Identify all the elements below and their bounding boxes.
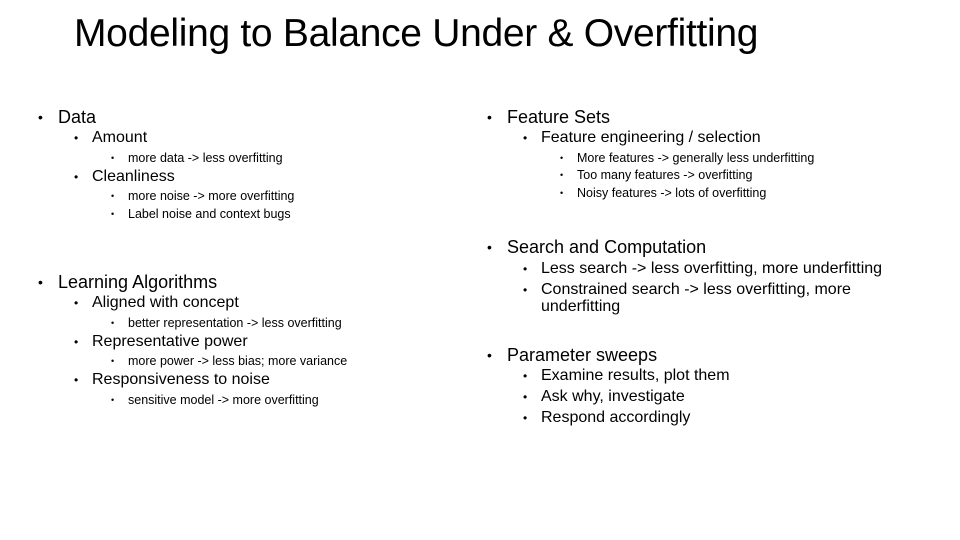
bullet-icon: • (523, 283, 528, 297)
bullet-text: Responsiveness to noise (92, 371, 270, 388)
bullet-search-computation: • Search and Computation (487, 237, 706, 257)
bullet-cleanliness-item: • more noise -> more overfitting (111, 189, 294, 203)
bullet-icon: • (560, 188, 564, 198)
bullet-text: Ask why, investigate (541, 388, 685, 405)
bullet-icon: • (74, 373, 79, 387)
bullet-icon: • (523, 131, 528, 145)
bullet-amount: • Amount (74, 129, 147, 147)
bullet-sweep-item: • Ask why, investigate (523, 388, 685, 406)
bullet-noise: • Responsiveness to noise (74, 371, 270, 389)
bullet-search-item: • Less search -> less overfitting, more … (523, 260, 882, 278)
bullet-icon: • (111, 191, 115, 201)
bullet-icon: • (487, 109, 492, 125)
bullet-text: Noisy features -> lots of overfitting (577, 186, 767, 200)
bullet-text: Feature engineering / selection (541, 129, 761, 146)
bullet-icon: • (523, 390, 528, 404)
bullet-icon: • (111, 209, 115, 219)
bullet-text: Learning Algorithms (58, 272, 218, 292)
bullet-icon: • (74, 170, 79, 184)
bullet-text: Constrained search -> less overfitting, … (541, 281, 851, 298)
bullet-feature-item: • Too many features -> overfitting (560, 168, 752, 182)
bullet-icon: • (111, 395, 115, 405)
bullet-text: Parameter sweeps (507, 345, 658, 365)
bullet-cleanliness: • Cleanliness (74, 168, 175, 186)
bullet-icon: • (74, 296, 79, 310)
bullet-text: Data (58, 107, 97, 127)
bullet-text: Search and Computation (507, 237, 707, 257)
bullet-text: sensitive model -> more overfitting (128, 393, 319, 407)
bullet-icon: • (523, 369, 528, 383)
bullet-sweep-item: • Examine results, plot them (523, 367, 730, 385)
bullet-sweep-item: • Respond accordingly (523, 409, 690, 427)
bullet-icon: • (74, 335, 79, 349)
bullet-text: Cleanliness (92, 168, 175, 185)
bullet-text: Examine results, plot them (541, 367, 730, 384)
bullet-learning-algorithms: • Learning Algorithms (38, 272, 217, 292)
bullet-feature-item: • Noisy features -> lots of overfitting (560, 186, 766, 200)
bullet-parameter-sweeps: • Parameter sweeps (487, 345, 657, 365)
bullet-text: Respond accordingly (541, 409, 691, 426)
bullet-icon: • (38, 109, 43, 125)
bullet-icon: • (111, 318, 115, 328)
bullet-noise-item: • sensitive model -> more overfitting (111, 393, 319, 407)
bullet-feature-engineering: • Feature engineering / selection (523, 129, 761, 147)
bullet-icon: • (487, 347, 492, 363)
bullet-text: More features -> generally less underfit… (577, 151, 815, 165)
bullet-icon: • (487, 239, 492, 255)
bullet-icon: • (560, 170, 564, 180)
bullet-icon: • (111, 356, 115, 366)
bullet-icon: • (38, 274, 43, 290)
bullet-data: • Data (38, 107, 96, 127)
bullet-text: Label noise and context bugs (128, 207, 291, 221)
bullet-text: more noise -> more overfitting (128, 189, 295, 203)
bullet-text: Too many features -> overfitting (577, 168, 753, 182)
bullet-icon: • (111, 153, 115, 163)
bullet-icon: • (74, 131, 79, 145)
bullet-text: Less search -> less overfitting, more un… (541, 260, 883, 277)
bullet-amount-item: • more data -> less overfitting (111, 151, 283, 165)
bullet-text-continued: underfitting (541, 298, 621, 315)
bullet-icon: • (560, 153, 564, 163)
bullet-text: Aligned with concept (92, 294, 239, 311)
bullet-aligned: • Aligned with concept (74, 294, 239, 312)
bullet-aligned-item: • better representation -> less overfitt… (111, 316, 342, 330)
bullet-feature-item: • More features -> generally less underf… (560, 151, 814, 165)
bullet-text: more data -> less overfitting (128, 151, 283, 165)
bullet-search-item: • Constrained search -> less overfitting… (523, 281, 851, 315)
bullet-cleanliness-item: • Label noise and context bugs (111, 207, 291, 221)
bullet-text: more power -> less bias; more variance (128, 354, 348, 368)
slide-title: Modeling to Balance Under & Overfitting (74, 12, 759, 55)
bullet-icon: • (523, 411, 528, 425)
bullet-text: Feature Sets (507, 107, 611, 127)
bullet-text: Amount (92, 129, 148, 146)
bullet-text: better representation -> less overfittin… (128, 316, 342, 330)
bullet-power: • Representative power (74, 333, 248, 351)
bullet-text: Representative power (92, 333, 248, 350)
bullet-feature-sets: • Feature Sets (487, 107, 610, 127)
bullet-power-item: • more power -> less bias; more variance (111, 354, 347, 368)
bullet-icon: • (523, 262, 528, 276)
